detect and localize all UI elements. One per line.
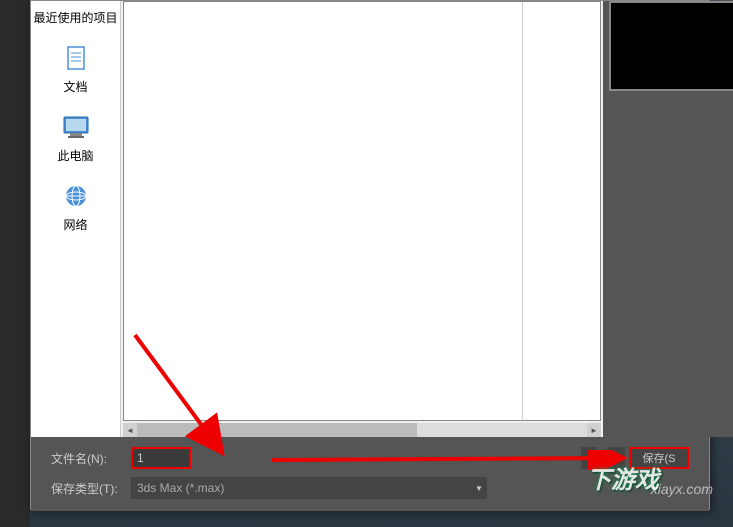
file-list-area[interactable] <box>123 1 601 421</box>
app-left-toolbar <box>0 0 30 527</box>
thumbnail-preview <box>609 1 733 91</box>
scroll-track[interactable] <box>137 423 587 437</box>
sidebar-label: 最近使用的项目 <box>33 9 117 26</box>
scroll-left-arrow[interactable]: ◄ <box>123 423 137 437</box>
places-sidebar: 最近使用的项目 文档 此电脑 网络 <box>31 1 121 437</box>
sidebar-label: 文档 <box>63 78 87 95</box>
save-button[interactable]: 保存(S <box>629 447 689 469</box>
sidebar-item-network[interactable]: 网络 <box>31 172 120 241</box>
document-icon <box>60 42 92 74</box>
filetype-label: 保存类型(T): <box>51 480 131 497</box>
computer-icon <box>60 111 92 143</box>
sidebar-item-recent[interactable]: 最近使用的项目 <box>31 1 120 34</box>
network-icon <box>60 180 92 212</box>
dialog-bottom-bar: 文件名(N): ▼ + 保存(S 保存类型(T): 3ds Max (*.max… <box>31 437 709 511</box>
sidebar-item-this-pc[interactable]: 此电脑 <box>31 103 120 172</box>
plus-button[interactable]: + <box>607 447 625 469</box>
filename-input[interactable] <box>131 447 191 469</box>
scroll-right-arrow[interactable]: ► <box>587 423 601 437</box>
sidebar-label: 此电脑 <box>57 147 93 164</box>
scroll-thumb[interactable] <box>137 423 417 437</box>
filename-label: 文件名(N): <box>51 450 131 467</box>
filename-dropdown-button[interactable]: ▼ <box>581 447 597 469</box>
sidebar-label: 网络 <box>63 216 87 233</box>
file-area-divider <box>522 2 523 422</box>
filetype-select[interactable]: 3ds Max (*.max) <box>131 477 471 499</box>
horizontal-scrollbar[interactable]: ◄ ► <box>123 423 601 437</box>
save-file-dialog: 最近使用的项目 文档 此电脑 网络 ◄ ► <box>30 0 710 510</box>
right-panel <box>603 1 733 437</box>
sidebar-item-documents[interactable]: 文档 <box>31 34 120 103</box>
filetype-dropdown-button[interactable]: ▼ <box>471 477 487 499</box>
